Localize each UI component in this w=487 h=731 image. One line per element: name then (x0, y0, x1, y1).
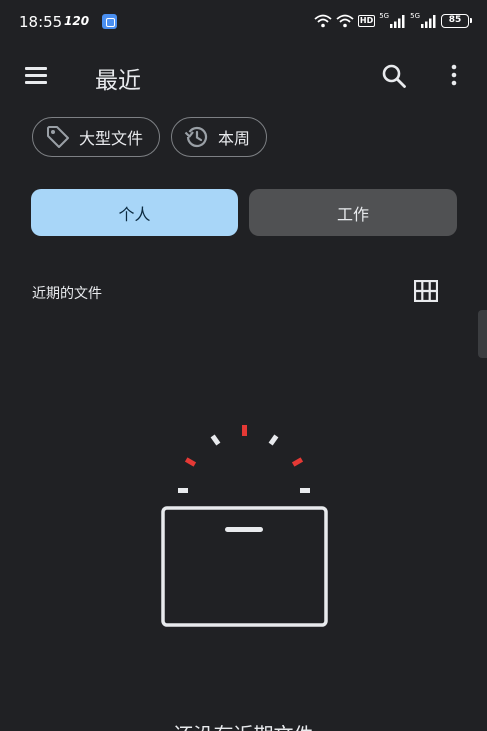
grid-view-icon[interactable] (414, 280, 438, 302)
search-icon[interactable] (381, 63, 407, 89)
status-time: 18:55 (19, 13, 63, 31)
more-options-icon[interactable] (444, 63, 464, 89)
notification-app-icon (102, 14, 117, 29)
section-title: 近期的文件 (32, 286, 102, 302)
filter-chips: 大型文件 本周 (32, 117, 268, 157)
account-toggle: 个人 工作 (31, 189, 457, 236)
status-bar: 18:55 120 HD 5G 5G 85 (0, 0, 487, 42)
menu-icon[interactable] (25, 65, 49, 85)
tab-personal[interactable]: 个人 (31, 189, 238, 236)
cell-signal-icon-secondary (421, 14, 436, 28)
history-icon (184, 126, 208, 148)
illustration-mark (210, 434, 221, 446)
empty-state-text: 还没有近期文件 (0, 719, 487, 731)
filter-chip-label: 大型文件 (79, 129, 144, 148)
signal-2-label: 5G (410, 12, 420, 20)
filter-chip-large-files[interactable]: 大型文件 (32, 117, 161, 157)
scroll-handle[interactable] (478, 310, 487, 358)
drive-recent-screen: 18:55 120 HD 5G 5G 85 最近 大型文件 本周 个人 工作 近… (0, 0, 487, 731)
tab-work[interactable]: 工作 (249, 189, 457, 236)
filter-chip-this-week[interactable]: 本周 (171, 117, 268, 157)
illustration-mark (178, 488, 188, 493)
cell-signal-icon (390, 14, 405, 28)
label-tag-icon (47, 126, 69, 148)
illustration-mark (300, 488, 310, 493)
illustration-accent-mark (184, 457, 197, 467)
empty-box-illustration (161, 425, 328, 627)
wifi-icon (314, 14, 332, 28)
illustration-accent-mark (242, 425, 247, 436)
page-title: 最近 (95, 68, 141, 94)
status-icons: HD 5G 5G 85 (314, 12, 472, 30)
battery-indicator: 85 (441, 14, 472, 28)
illustration-accent-mark (291, 457, 304, 467)
app-bar: 最近 (0, 52, 487, 100)
refresh-rate-indicator: 120 (64, 14, 90, 28)
wifi-icon-secondary (336, 14, 354, 28)
hd-badge: HD (357, 15, 376, 27)
filter-chip-label: 本周 (218, 129, 251, 148)
illustration-mark (268, 434, 279, 446)
signal-1-label: 5G (379, 12, 390, 20)
